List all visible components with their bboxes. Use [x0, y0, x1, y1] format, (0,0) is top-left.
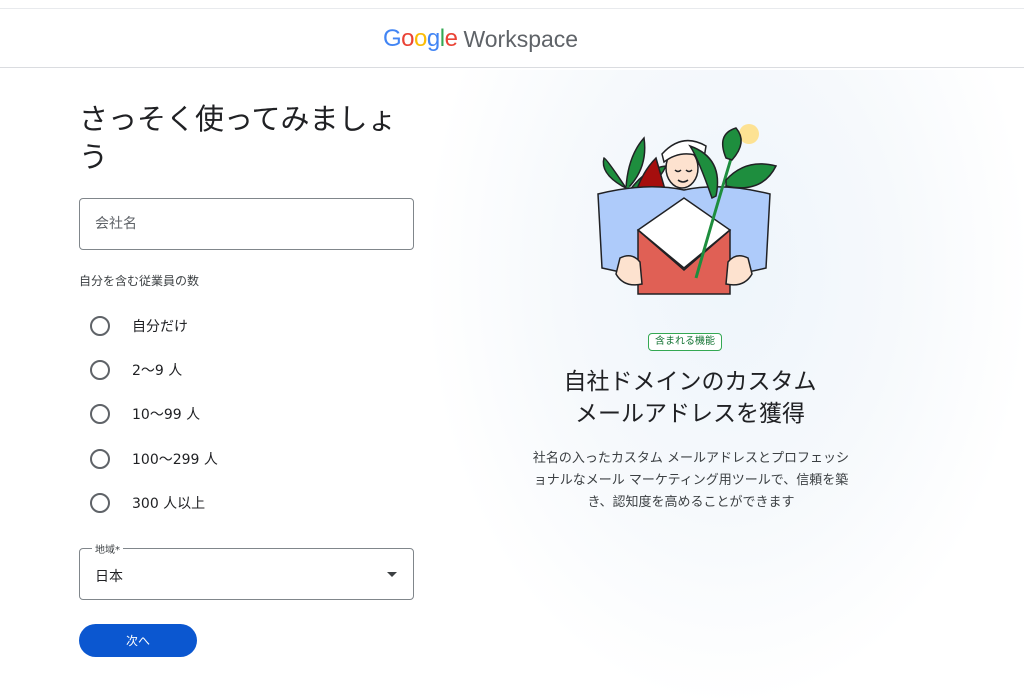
google-wordmark: Google — [383, 25, 458, 52]
company-name-field[interactable] — [79, 198, 414, 250]
feature-title: 自社ドメインのカスタム メールアドレスを獲得 — [520, 366, 860, 430]
workspace-wordmark: Workspace — [463, 25, 579, 52]
email-envelope-illustration — [597, 124, 778, 295]
radio-option-2-9[interactable]: 2〜9 人 — [90, 358, 182, 382]
feature-description: 社名の入ったカスタム メールアドレスとプロフェッショナルなメール マーケティング… — [532, 451, 850, 510]
radio-circle-icon[interactable] — [90, 449, 110, 469]
radio-option-label: 100〜299 人 — [132, 452, 218, 468]
region-select[interactable]: 地域* 日本 — [79, 541, 414, 600]
google-workspace-logo[interactable]: Google Workspace — [383, 23, 578, 55]
radio-circle-icon[interactable] — [90, 493, 110, 513]
included-feature-badge: 含まれる機能 — [648, 333, 722, 351]
feature-title-line-1: 自社ドメインのカスタム — [563, 369, 817, 395]
header-bar: Google Workspace — [0, 8, 1024, 68]
radio-option-self[interactable]: 自分だけ — [90, 314, 188, 338]
dropdown-arrow-icon[interactable] — [387, 572, 397, 577]
radio-option-300-plus[interactable]: 300 人以上 — [90, 491, 205, 515]
radio-circle-icon[interactable] — [90, 404, 110, 424]
region-label: 地域* — [92, 541, 123, 556]
radio-circle-icon[interactable] — [90, 360, 110, 380]
radio-circle-icon[interactable] — [90, 316, 110, 336]
radio-option-label: 自分だけ — [132, 319, 188, 335]
employee-count-label: 自分を含む従業員の数 — [79, 274, 200, 288]
radio-option-label: 2〜9 人 — [132, 363, 183, 379]
page-title: さっそく使ってみましょう — [79, 102, 397, 174]
radio-option-label: 300 人以上 — [132, 496, 206, 512]
radio-option-100-299[interactable]: 100〜299 人 — [90, 447, 218, 471]
radio-option-label: 10〜99 人 — [132, 407, 201, 423]
company-name-input[interactable] — [80, 199, 413, 249]
feature-title-line-2: メールアドレスを獲得 — [575, 401, 805, 427]
radio-option-10-99[interactable]: 10〜99 人 — [90, 402, 200, 426]
region-value: 日本 — [95, 569, 123, 585]
next-button[interactable]: 次へ — [79, 624, 197, 657]
signup-form-heading: さっそく使ってみましょう — [79, 100, 415, 176]
